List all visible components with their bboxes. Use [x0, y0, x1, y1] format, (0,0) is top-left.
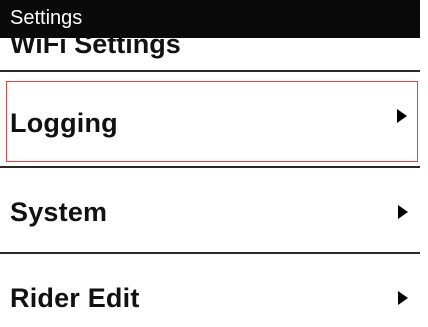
screen-edge — [420, 0, 428, 327]
menu-item-label: System — [10, 197, 108, 227]
menu-item-rider-edit[interactable]: Rider Edit — [0, 256, 420, 327]
menu-item-system[interactable]: System — [0, 170, 420, 254]
chevron-right-icon — [398, 291, 408, 305]
divider — [0, 70, 420, 72]
title-bar: Settings — [0, 0, 420, 38]
settings-screen: WiFi Settings Settings Logging System Ri… — [0, 0, 428, 327]
menu-item-logging[interactable]: Logging — [6, 81, 418, 162]
menu-item-label: Logging — [10, 108, 118, 138]
divider — [0, 166, 420, 168]
chevron-right-icon — [397, 109, 407, 123]
divider — [0, 252, 420, 254]
menu-item-label: Rider Edit — [10, 283, 140, 313]
page-title: Settings — [10, 7, 83, 29]
chevron-right-icon — [398, 205, 408, 219]
